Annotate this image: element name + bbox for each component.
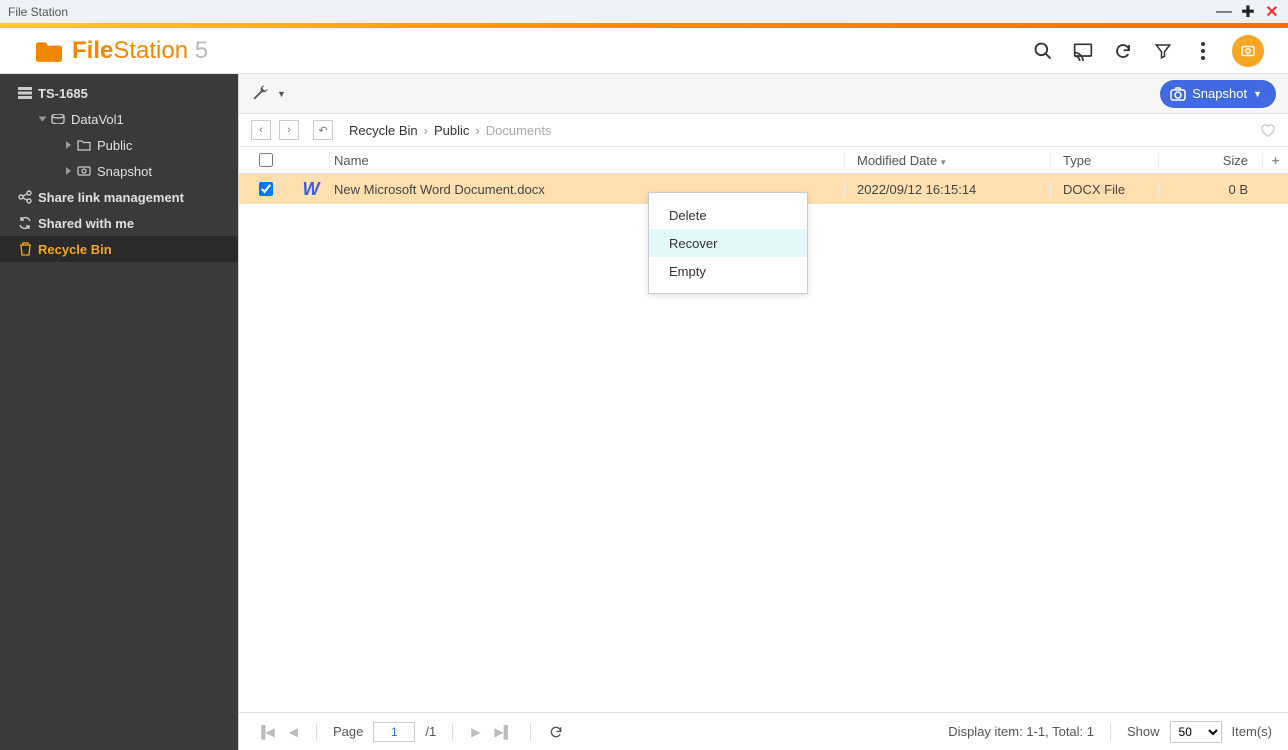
page-total: /1 — [425, 724, 436, 739]
refresh-button[interactable] — [547, 725, 565, 739]
chevron-down-icon: ▼ — [1253, 89, 1262, 99]
close-button[interactable]: ✕ — [1264, 4, 1280, 20]
tree-datavol-label: DataVol1 — [71, 112, 124, 127]
camera-icon — [1170, 87, 1186, 101]
window-title: File Station — [8, 5, 68, 19]
tree-root[interactable]: TS-1685 — [0, 80, 238, 106]
refresh-icon[interactable] — [1112, 40, 1134, 62]
snapshot-label: Snapshot — [1192, 86, 1247, 101]
folder-icon — [77, 138, 91, 152]
tree-datavol[interactable]: DataVol1 — [0, 106, 238, 132]
file-size: 0 B — [1158, 182, 1262, 197]
tree-root-label: TS-1685 — [38, 86, 88, 101]
cast-icon[interactable] — [1072, 40, 1094, 62]
first-page-button[interactable]: ▐◀ — [255, 725, 277, 739]
prev-page-button[interactable]: ◀ — [287, 725, 300, 739]
expand-icon[interactable] — [39, 117, 47, 122]
snapshot-icon — [77, 164, 91, 178]
tools-menu[interactable] — [251, 84, 271, 104]
last-page-button[interactable]: ▶▌ — [492, 725, 514, 739]
sidebar-item-recycle[interactable]: Recycle Bin — [0, 236, 238, 262]
share-icon — [18, 190, 32, 204]
items-label: Item(s) — [1232, 724, 1272, 739]
window-controls: — ✚ ✕ — [1216, 4, 1280, 20]
minimize-button[interactable]: — — [1216, 4, 1232, 20]
chevron-down-icon[interactable]: ▼ — [277, 89, 286, 99]
next-page-button[interactable]: ▶ — [469, 725, 482, 739]
ctx-recover[interactable]: Recover — [649, 229, 807, 257]
select-all-checkbox[interactable] — [259, 153, 273, 167]
tree-public[interactable]: Public — [0, 132, 238, 158]
file-header: Name Modified Date▼ Type Size + — [239, 146, 1288, 174]
nav-up-button[interactable]: ↶ — [313, 120, 333, 140]
crumb-recycle[interactable]: Recycle Bin — [349, 123, 418, 138]
sidebar-recycle-label: Recycle Bin — [38, 242, 112, 257]
search-icon[interactable] — [1032, 40, 1054, 62]
expand-icon[interactable] — [66, 141, 71, 149]
sort-desc-icon: ▼ — [939, 158, 947, 167]
disk-icon — [51, 112, 65, 126]
header-actions — [1032, 35, 1264, 67]
sidebar: TS-1685 DataVol1 Public Snapshot — [0, 74, 238, 750]
sidebar-shared-label: Shared with me — [38, 216, 134, 231]
ctx-empty[interactable]: Empty — [649, 257, 807, 285]
breadcrumb-bar: ‹ › ↶ Recycle Bin › Public › Documents — [239, 114, 1288, 146]
trash-icon — [18, 242, 32, 256]
page-input[interactable] — [373, 722, 415, 742]
filter-icon[interactable] — [1152, 40, 1174, 62]
pagination-footer: ▐◀ ◀ Page /1 ▶ ▶▌ Display item: 1-1, Tot… — [239, 712, 1288, 750]
show-label: Show — [1127, 724, 1160, 739]
user-avatar[interactable] — [1232, 35, 1264, 67]
sidebar-sharelink-label: Share link management — [38, 190, 184, 205]
display-count: Display item: 1-1, Total: 1 — [948, 724, 1094, 739]
more-icon[interactable] — [1192, 40, 1214, 62]
context-menu: Delete Recover Empty — [648, 192, 808, 294]
col-size[interactable]: Size — [1158, 153, 1262, 168]
server-icon — [18, 86, 32, 100]
maximize-button[interactable]: ✚ — [1240, 4, 1256, 20]
file-type: DOCX File — [1050, 182, 1158, 197]
chevron-right-icon: › — [475, 123, 479, 138]
breadcrumb: Recycle Bin › Public › Documents — [349, 123, 552, 138]
chevron-right-icon: › — [424, 123, 428, 138]
toolbar: ▼ Snapshot ▼ — [239, 74, 1288, 114]
brand-text: FileStation 5 — [72, 37, 208, 65]
favorite-icon[interactable] — [1260, 123, 1276, 137]
row-checkbox[interactable] — [259, 182, 273, 196]
window-titlebar: File Station — ✚ ✕ — [0, 0, 1288, 23]
app-header: FileStation 5 — [0, 28, 1288, 74]
add-column-button[interactable]: + — [1262, 153, 1288, 168]
col-type[interactable]: Type — [1050, 153, 1158, 168]
folder-icon — [36, 40, 62, 62]
snapshot-button[interactable]: Snapshot ▼ — [1160, 80, 1276, 108]
col-date[interactable]: Modified Date▼ — [844, 153, 1050, 168]
col-name[interactable]: Name — [329, 153, 844, 168]
word-icon: W — [303, 179, 320, 200]
page-size-select[interactable]: 50 — [1170, 721, 1222, 743]
crumb-public[interactable]: Public — [434, 123, 469, 138]
main-panel: ▼ Snapshot ▼ ‹ › ↶ Recycle Bin › Public … — [238, 74, 1288, 750]
tree-snapshot-label: Snapshot — [97, 164, 152, 179]
nav-back-button[interactable]: ‹ — [251, 120, 271, 140]
sync-icon — [18, 216, 32, 230]
crumb-documents[interactable]: Documents — [486, 123, 552, 138]
sidebar-item-shared[interactable]: Shared with me — [0, 210, 238, 236]
file-date: 2022/09/12 16:15:14 — [844, 182, 1050, 197]
tree-public-label: Public — [97, 138, 132, 153]
expand-icon[interactable] — [66, 167, 71, 175]
nav-forward-button[interactable]: › — [279, 120, 299, 140]
sidebar-item-sharelink[interactable]: Share link management — [0, 184, 238, 210]
ctx-delete[interactable]: Delete — [649, 201, 807, 229]
app-brand: FileStation 5 — [36, 37, 208, 65]
tree-snapshot[interactable]: Snapshot — [0, 158, 238, 184]
page-label: Page — [333, 724, 363, 739]
